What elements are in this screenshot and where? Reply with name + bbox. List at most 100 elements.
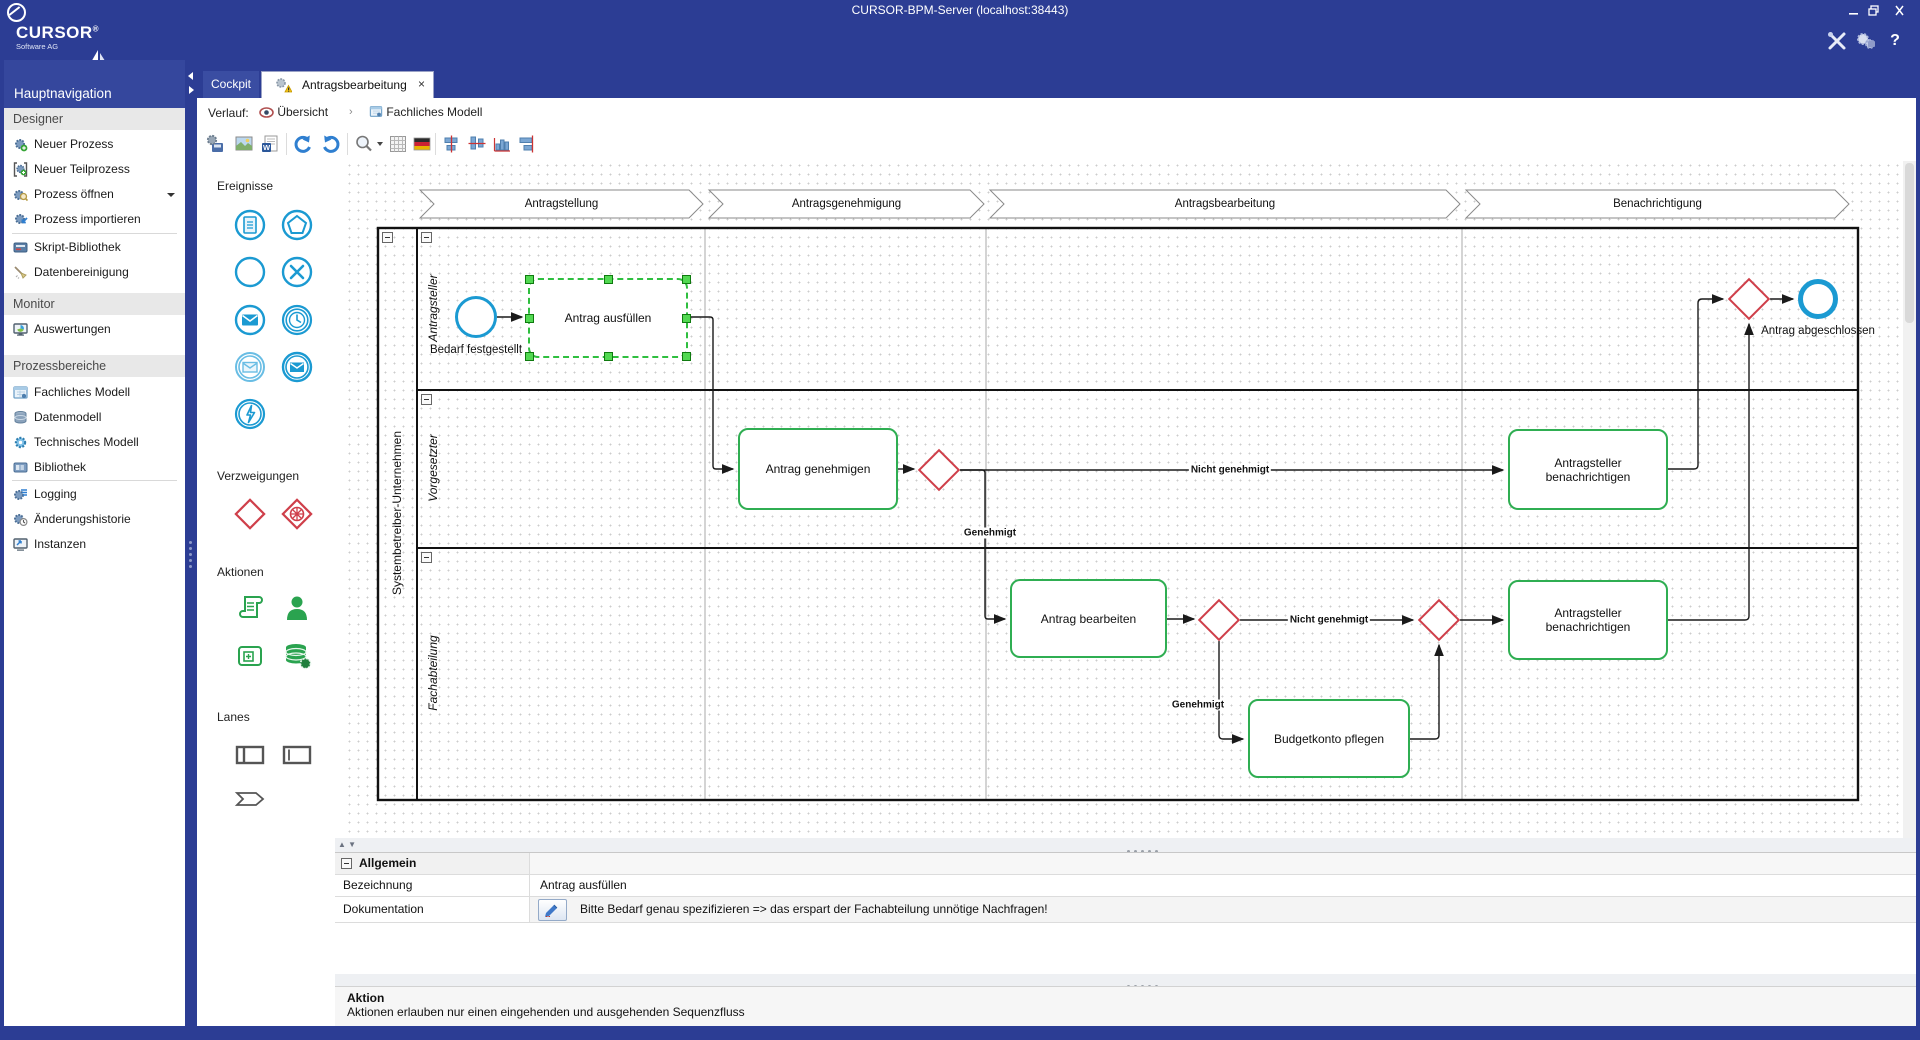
script-library-icon [13, 240, 28, 255]
sidebar-item-neuer-prozess[interactable]: Neuer Prozess [4, 132, 185, 157]
tab-antragsbearbeitung[interactable]: Antragsbearbeitung × [261, 71, 434, 98]
minimize-button[interactable] [1846, 4, 1861, 17]
phase-antragsgenehmigung[interactable]: Antragsgenehmigung [709, 190, 984, 218]
message-boundary-event-icon[interactable] [233, 350, 267, 384]
tab-cockpit[interactable]: Cockpit [203, 71, 259, 98]
sidebar-item-technisches-modell[interactable]: Technisches Modell [4, 430, 185, 455]
complex-gateway-icon[interactable] [280, 497, 314, 531]
splitter-collapse-icons[interactable]: ▲ ▼ [338, 840, 356, 849]
lane-collapse-button[interactable] [421, 552, 432, 563]
group-collapse-icon[interactable] [341, 858, 352, 869]
pool-icon[interactable] [233, 738, 267, 772]
message-end-event-icon[interactable] [280, 350, 314, 384]
document-event-icon[interactable] [233, 208, 267, 242]
align-right-icon[interactable] [517, 134, 537, 154]
phase-icon[interactable] [233, 782, 267, 816]
script-action-icon[interactable] [233, 591, 267, 625]
property-value-bezeichnung[interactable]: Antrag ausfüllen [530, 875, 1916, 896]
distribute-chart-icon[interactable] [492, 134, 512, 154]
database-action-icon[interactable] [280, 639, 314, 673]
diagram-canvas[interactable]: Antragstellung Antragsgenehmigung Antrag… [345, 161, 1903, 838]
sidebar-item-prozess-oeffnen[interactable]: Prozess öffnen [4, 182, 185, 207]
timer-event-icon[interactable] [280, 303, 314, 337]
sidebar-title: Hauptnavigation [4, 60, 185, 108]
task-antragsteller-benachrichtigen-2[interactable]: Antragsteller benachrichtigen [1508, 580, 1668, 660]
properties-info-splitter[interactable] [335, 974, 1916, 986]
dropdown-caret-icon[interactable] [167, 193, 175, 197]
zoom-dropdown-caret[interactable] [377, 142, 383, 146]
error-event-icon[interactable] [233, 397, 267, 431]
tab-close-icon[interactable]: × [418, 77, 425, 91]
phase-benachrichtigung[interactable]: Benachrichtigung [1466, 190, 1849, 218]
sidebar-item-fachliches-modell[interactable]: Fachliches Modell [4, 380, 185, 405]
subprocess-action-icon[interactable] [233, 639, 267, 673]
align-center-icon[interactable] [467, 134, 487, 154]
property-value-dokumentation[interactable]: Bitte Bedarf genau spezifizieren => das … [580, 902, 1048, 916]
restore-button[interactable] [1866, 4, 1881, 17]
canvas-vertical-scrollbar[interactable] [1903, 161, 1916, 838]
sidebar-item-instanzen[interactable]: Instanzen [4, 532, 185, 557]
sidebar-item-auswertungen[interactable]: Auswertungen [4, 317, 185, 342]
export-image-icon[interactable] [234, 134, 254, 154]
help-icon[interactable]: ? [1884, 32, 1906, 54]
pool-collapse-button[interactable] [382, 232, 393, 243]
task-antrag-genehmigen[interactable]: Antrag genehmigen [738, 428, 898, 510]
edit-documentation-button[interactable] [538, 899, 567, 921]
exclusive-gateway-icon[interactable] [233, 497, 267, 531]
message-event-icon[interactable] [233, 303, 267, 337]
resize-handle[interactable] [604, 275, 613, 284]
breadcrumb-fachliches-modell[interactable]: Fachliches Modell [369, 102, 482, 122]
sidebar-item-prozess-importieren[interactable]: Prozess importieren [4, 207, 185, 232]
collapse-left-icon[interactable] [188, 72, 193, 80]
task-antragsteller-benachrichtigen-1[interactable]: Antragsteller benachrichtigen [1508, 429, 1668, 510]
task-antrag-ausfuellen[interactable]: Antrag ausfüllen [528, 278, 688, 358]
sidebar-item-logging[interactable]: Logging [4, 482, 185, 507]
sidebar-item-skript-bibliothek[interactable]: Skript-Bibliothek [4, 235, 185, 260]
phase-antragstellung[interactable]: Antragstellung [420, 190, 703, 218]
sidebar-item-neuer-teilprozess[interactable]: Neuer Teilprozess [4, 157, 185, 182]
save-export-icon[interactable] [205, 134, 225, 154]
sidebar-item-bibliothek[interactable]: Bibliothek [4, 455, 185, 480]
close-button[interactable] [1892, 4, 1907, 17]
sidebar-item-datenmodell[interactable]: Datenmodell [4, 405, 185, 430]
status-bar [0, 1026, 1920, 1040]
task-antrag-bearbeiten[interactable]: Antrag bearbeiten [1010, 579, 1167, 658]
resize-handle[interactable] [682, 352, 691, 361]
phase-antragsbearbeitung[interactable]: Antragsbearbeitung [990, 190, 1460, 218]
lane-icon[interactable] [280, 738, 314, 772]
undo-icon[interactable] [293, 134, 313, 154]
strip-drag-handle[interactable] [189, 538, 193, 571]
properties-group-header[interactable]: Allgemein [335, 853, 530, 874]
lane-collapse-button[interactable] [421, 232, 432, 243]
admin-settings-icon[interactable] [1855, 30, 1877, 52]
end-event[interactable] [1798, 279, 1838, 319]
align-middle-icon[interactable] [442, 134, 462, 154]
resize-handle[interactable] [604, 352, 613, 361]
toolbar-separator [435, 133, 436, 155]
language-german-icon[interactable] [412, 134, 432, 154]
lane-collapse-button[interactable] [421, 394, 432, 405]
resize-handle[interactable] [525, 275, 534, 284]
canvas-properties-splitter[interactable]: ▲ ▼ [335, 838, 1916, 852]
pentagon-event-icon[interactable] [280, 208, 314, 242]
grid-icon[interactable] [388, 134, 408, 154]
export-document-icon[interactable]: W [260, 134, 280, 154]
resize-handle[interactable] [525, 352, 534, 361]
blank-event-icon[interactable] [233, 255, 267, 289]
sidebar-item-aenderungshistorie[interactable]: Änderungshistorie [4, 507, 185, 532]
start-event[interactable] [455, 296, 497, 338]
redo-icon[interactable] [321, 134, 341, 154]
resize-handle[interactable] [525, 314, 534, 323]
collapse-right-icon[interactable] [189, 86, 194, 94]
sidebar-collapse-strip[interactable] [185, 60, 197, 1026]
resize-handle[interactable] [682, 314, 691, 323]
breadcrumb-uebersicht[interactable]: Übersicht [259, 102, 328, 122]
cancel-event-icon[interactable] [280, 255, 314, 289]
user-action-icon[interactable] [280, 591, 314, 625]
tools-icon[interactable] [1826, 30, 1848, 52]
sidebar-item-datenbereinigung[interactable]: Datenbereinigung [4, 260, 185, 285]
task-budgetkonto-pflegen[interactable]: Budgetkonto pflegen [1248, 699, 1410, 778]
diagram-graphics [345, 161, 1903, 838]
resize-handle[interactable] [682, 275, 691, 284]
zoom-icon[interactable] [354, 134, 374, 154]
